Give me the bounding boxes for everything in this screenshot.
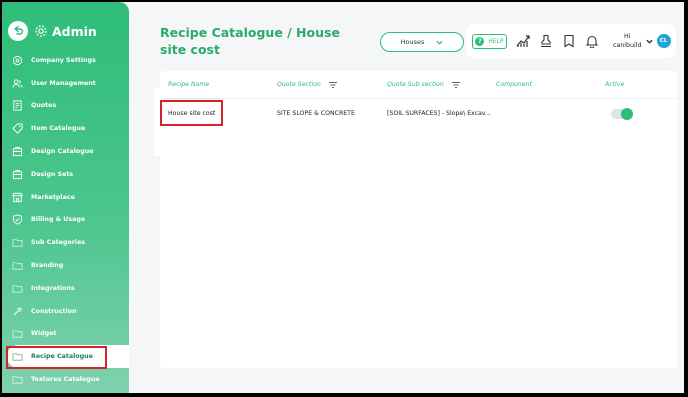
- sidebar-item-label: Design Sets: [31, 170, 74, 178]
- sidebar-item-item-catalogue[interactable]: Item Catalogue: [2, 117, 129, 140]
- col-quote-sub-section[interactable]: Quote Sub section: [387, 81, 460, 88]
- back-logo-icon[interactable]: [8, 21, 28, 41]
- sidebar-item-billing-usage[interactable]: Billing & Usage: [2, 209, 129, 232]
- page-title: Recipe Catalogue / House site cost: [160, 25, 340, 57]
- sidebar-item-recipe-catalogue[interactable]: Recipe Catalogue: [7, 345, 129, 369]
- users-icon: [11, 77, 23, 89]
- toggle-knob: [621, 108, 633, 120]
- avatar[interactable]: CL: [656, 34, 671, 48]
- app-frame: Admin Company Settings User Management Quo…: [2, 2, 684, 393]
- sidebar-item-label: Billing & Usage: [31, 216, 86, 224]
- construction-icon: [11, 305, 23, 317]
- col-quote-section[interactable]: Quote Section: [277, 81, 337, 88]
- sidebar-item-widget[interactable]: Widget: [2, 323, 129, 346]
- sidebar-title: Admin: [52, 23, 97, 39]
- sidebar-item-user-management[interactable]: User Management: [2, 72, 129, 95]
- gear-icon: [35, 25, 47, 37]
- sidebar-item-construction[interactable]: Construction: [2, 300, 129, 323]
- col-recipe-name: Recipe Name: [168, 81, 210, 88]
- category-dropdown-value: Houses: [400, 38, 425, 46]
- greeting-text: Hi: [624, 33, 631, 40]
- sidebar-item-quotes[interactable]: Quotes: [2, 95, 129, 118]
- folder-icon: [11, 237, 23, 249]
- folder-icon: [11, 282, 23, 294]
- bell-icon[interactable]: [585, 34, 599, 48]
- sidebar-item-label: Sub Categories: [31, 239, 85, 247]
- sidebar-item-marketplace[interactable]: Marketplace: [2, 186, 129, 209]
- sidebar-item-company-settings[interactable]: Company Settings: [2, 49, 129, 72]
- design-catalogue-icon: [11, 146, 23, 158]
- analytics-icon[interactable]: [516, 34, 530, 48]
- sidebar-item-integrations[interactable]: Integrations: [2, 277, 129, 300]
- recipe-table: Recipe Name Quote Section Quote Sub sect…: [160, 71, 677, 368]
- sidebar-item-label: User Management: [31, 79, 96, 87]
- stamp-icon[interactable]: [539, 34, 553, 48]
- folder-icon: [11, 374, 23, 386]
- sidebar-item-label: Design Catalogue: [31, 148, 94, 156]
- category-dropdown[interactable]: Houses: [380, 32, 464, 52]
- sidebar-menu: Company Settings User Management Quotes Ite…: [2, 49, 129, 391]
- sidebar-item-label: Integrations: [31, 284, 75, 292]
- col-component: Component: [496, 81, 532, 88]
- sidebar-item-label: Branding: [31, 262, 64, 270]
- table-row[interactable]: House site cost SITE SLOPE & CONCRETE [S…: [160, 99, 677, 128]
- sidebar-item-branding[interactable]: Branding: [2, 254, 129, 277]
- folder-icon: [11, 351, 23, 363]
- question-icon: ?: [475, 36, 485, 46]
- quotes-icon: [11, 100, 23, 112]
- folder-icon: [11, 260, 23, 272]
- sidebar-item-label: Company Settings: [31, 56, 96, 64]
- chevron-down-icon: [436, 40, 443, 45]
- cell-quote-sub-section: [SOIL SURFACES] - Slope\ Excav...: [387, 110, 492, 117]
- filter-icon[interactable]: [451, 81, 460, 88]
- cell-quote-section: SITE SLOPE & CONCRETE: [277, 110, 355, 117]
- active-toggle[interactable]: [611, 108, 633, 120]
- sidebar-item-label: Recipe Catalogue: [31, 353, 93, 361]
- company-settings-icon: [11, 54, 23, 66]
- folder-icon: [11, 328, 23, 340]
- help-label: HELP: [488, 37, 504, 45]
- col-active: Active: [605, 81, 625, 88]
- sidebar-item-label: Item Catalogue: [31, 125, 86, 133]
- username-text: canibuild: [613, 42, 642, 49]
- help-button[interactable]: ? HELP: [472, 33, 507, 49]
- sidebar-item-label: Widget: [31, 330, 57, 338]
- sidebar-item-label: Textures Catalogue: [31, 376, 100, 384]
- user-greeting[interactable]: Hi canibuild: [613, 32, 642, 50]
- sidebar-item-sub-categories[interactable]: Sub Categories: [2, 231, 129, 254]
- sidebar-item-label: Quotes: [31, 102, 57, 110]
- sidebar-item-design-catalogue[interactable]: Design Catalogue: [2, 140, 129, 163]
- top-toolbar: ? HELP Hi canibuild CL: [466, 24, 676, 58]
- table-header: Recipe Name Quote Section Quote Sub sect…: [160, 71, 677, 99]
- recipe-name-highlight: [160, 100, 223, 126]
- sidebar-item-label: Marketplace: [31, 193, 75, 201]
- tag-icon: [11, 123, 23, 135]
- shield-check-icon: [11, 214, 23, 226]
- sidebar-header: Admin: [8, 20, 97, 42]
- sidebar-item-textures-catalogue[interactable]: Textures Catalogue: [2, 368, 129, 391]
- chevron-down-icon[interactable]: [645, 38, 653, 45]
- filter-icon[interactable]: [328, 81, 337, 88]
- sidebar: Admin Company Settings User Management Quo…: [2, 2, 129, 393]
- marketplace-icon: [11, 191, 23, 203]
- sidebar-item-label: Construction: [31, 307, 77, 315]
- design-sets-icon: [11, 168, 23, 180]
- sidebar-item-design-sets[interactable]: Design Sets: [2, 163, 129, 186]
- bookmark-icon[interactable]: [562, 34, 576, 48]
